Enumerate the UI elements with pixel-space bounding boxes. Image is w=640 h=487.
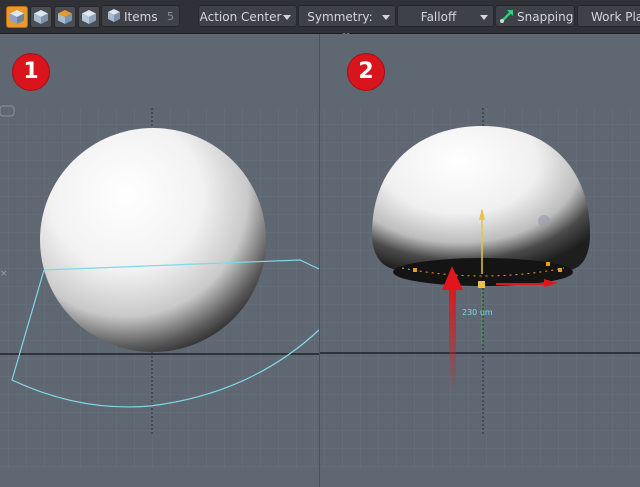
step-badge-1: 1	[12, 53, 50, 91]
cube-icon	[82, 10, 96, 24]
cube-icon	[34, 10, 48, 24]
vertices-mode-button[interactable]	[6, 6, 28, 28]
chevron-down-icon	[480, 15, 488, 20]
up-arrow-shaft	[449, 287, 456, 392]
vertex-handle[interactable]	[413, 268, 417, 272]
items-label: Items	[124, 10, 158, 24]
items-mode-button[interactable]	[78, 6, 100, 28]
symmetry-dropdown[interactable]: Symmetry: Off	[298, 5, 396, 46]
gizmo-handle[interactable]	[538, 215, 550, 227]
viewport-2[interactable]: 230 um 2	[320, 34, 640, 487]
viewport-1[interactable]: × 1	[0, 34, 319, 487]
vertex-handle[interactable]	[546, 262, 550, 266]
toolbar: Items 5 Action Center Symmetry: Off Fall…	[0, 0, 640, 46]
snapping-icon	[500, 10, 513, 23]
axis-marker: ×	[0, 269, 8, 279]
snapping-button[interactable]: Snapping	[495, 5, 575, 27]
item-cube-icon	[108, 9, 120, 22]
snapping-label: Snapping	[517, 10, 574, 24]
edges-mode-button[interactable]	[30, 6, 52, 28]
step-badge-2: 2	[347, 53, 385, 91]
sphere	[40, 128, 266, 352]
work-plane-label: Work Plane	[591, 10, 640, 24]
work-plane-button[interactable]: Work Plane	[577, 5, 640, 27]
cube-icon	[10, 10, 24, 24]
chevron-down-icon	[283, 15, 291, 20]
measure-label: 230 um	[462, 308, 493, 317]
action-center-dropdown[interactable]: Action Center	[198, 5, 297, 27]
cube-icon	[58, 10, 72, 24]
viewport-1-scene: ×	[0, 105, 319, 468]
chevron-down-icon	[382, 15, 390, 20]
items-count: 5	[167, 10, 174, 23]
falloff-label: Falloff	[420, 10, 457, 24]
items-button[interactable]: Items 5	[101, 5, 180, 27]
gizmo-center[interactable]	[478, 281, 485, 288]
falloff-dropdown[interactable]: Falloff	[397, 5, 494, 27]
vertex-handle[interactable]	[558, 268, 562, 272]
viewport-2-scene: 230 um	[320, 108, 640, 468]
polygons-mode-button[interactable]	[54, 6, 76, 28]
action-center-label: Action Center	[199, 10, 282, 24]
